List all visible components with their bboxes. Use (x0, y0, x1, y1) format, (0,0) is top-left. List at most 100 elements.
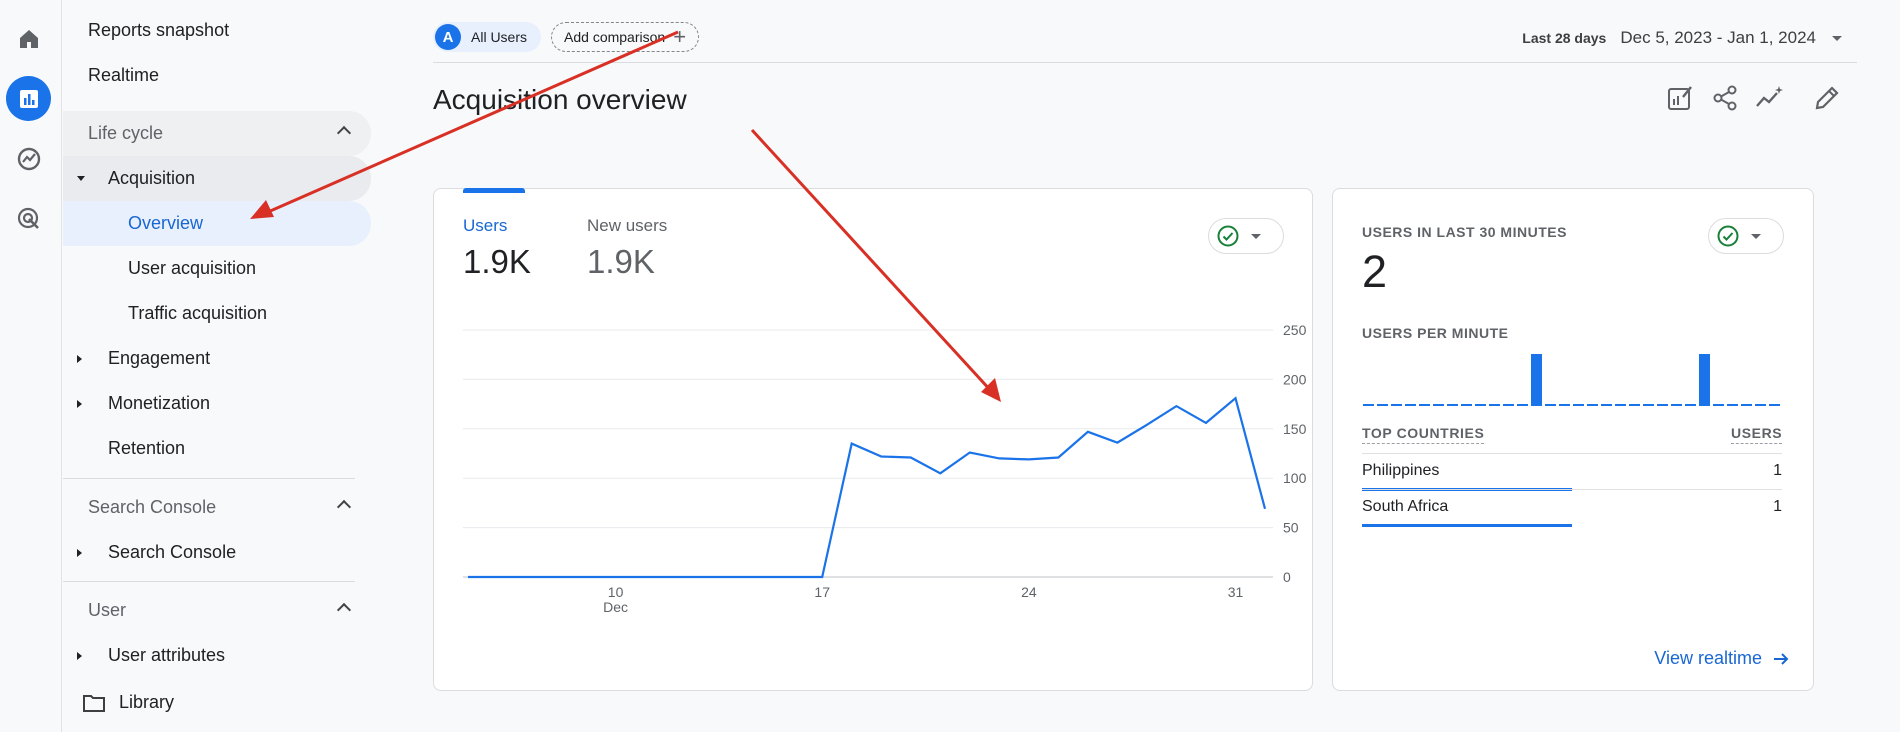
country-cell: Philippines (1362, 462, 1440, 479)
nav-traffic-acquisition[interactable]: Traffic acquisition (63, 291, 371, 336)
caret-right-icon (77, 354, 82, 363)
date-range-value: Dec 5, 2023 - Jan 1, 2024 (1620, 28, 1816, 47)
minute-bar (1727, 404, 1738, 406)
metric-new-users-value: 1.9K (587, 243, 655, 280)
nav-retention[interactable]: Retention (63, 426, 371, 471)
edit-pencil-icon[interactable] (1813, 84, 1841, 114)
caret-right-icon (77, 548, 82, 557)
minute-bar (1755, 404, 1766, 406)
minute-bar (1545, 404, 1556, 406)
x-tick-label: 24 (1021, 584, 1037, 600)
users-per-minute-bars (1363, 354, 1780, 406)
segment-chip[interactable]: A All Users (433, 22, 542, 52)
nav-engagement[interactable]: Engagement (63, 336, 371, 381)
explore-icon[interactable] (6, 136, 51, 181)
minute-bar (1573, 404, 1584, 406)
users-series-line (468, 396, 1267, 579)
insights-icon[interactable] (1755, 84, 1785, 114)
section-life-cycle[interactable]: Life cycle (63, 111, 371, 156)
nav-label: Realtime (88, 65, 160, 85)
users-column-header: USERS (1731, 425, 1783, 444)
minute-bar (1769, 404, 1780, 406)
minute-bar (1433, 404, 1444, 406)
share-icon[interactable] (1711, 84, 1739, 114)
nav-label: Traffic acquisition (128, 303, 268, 323)
date-range-picker[interactable]: Last 28 days Dec 5, 2023 - Jan 1, 2024 (1522, 28, 1842, 48)
segment-avatar: A (435, 24, 461, 50)
section-label: Life cycle (88, 123, 164, 143)
y-tick-label: 100 (1283, 470, 1307, 486)
minute-bar (1713, 404, 1724, 406)
minute-bar (1531, 354, 1542, 406)
add-comparison-label: Add comparison (564, 29, 666, 45)
realtime-quality-badge[interactable] (1708, 218, 1784, 254)
data-quality-badge[interactable] (1208, 218, 1284, 254)
y-axis: 250 200 150 100 50 0 (1283, 322, 1307, 585)
minute-bar (1615, 404, 1626, 406)
minute-bar (1447, 404, 1458, 406)
users-per-minute-label: USERS PER MINUTE (1362, 325, 1509, 341)
nav-acquisition[interactable]: Acquisition (63, 156, 371, 201)
minute-bar (1461, 404, 1472, 406)
advertising-icon[interactable] (6, 196, 51, 241)
metric-tab-users[interactable]: Users (463, 216, 507, 236)
y-tick-label: 150 (1283, 421, 1307, 437)
reports-icon[interactable] (6, 76, 51, 121)
section-search-console[interactable]: Search Console (63, 485, 371, 530)
minute-bar (1503, 404, 1514, 406)
users-line-chart: 250 200 150 100 50 0 10Dec 17 24 31 (463, 322, 1307, 615)
customize-report-icon[interactable] (1666, 84, 1694, 114)
check-circle-icon (1217, 225, 1239, 247)
minute-bar (1559, 404, 1570, 406)
caret-right-icon (77, 651, 82, 660)
report-navigation: Reports snapshot Realtime Life cycle Acq… (63, 0, 373, 732)
nav-reports-snapshot[interactable]: Reports snapshot (88, 8, 396, 53)
x-tick-label: 31 (1228, 584, 1244, 600)
table-row: South Africa 1 (1362, 489, 1782, 527)
home-icon[interactable] (6, 16, 51, 61)
dropdown-caret-icon (1751, 233, 1761, 239)
nav-label: Library (119, 692, 175, 712)
minute-bar (1699, 354, 1710, 406)
nav-label: Monetization (108, 393, 211, 413)
minute-bar (1601, 404, 1612, 406)
minute-bar (1671, 404, 1682, 406)
nav-search-console[interactable]: Search Console (63, 530, 371, 575)
view-realtime-label: View realtime (1654, 648, 1762, 668)
y-tick-label: 50 (1283, 520, 1299, 536)
minute-bar (1657, 404, 1668, 406)
header-divider (433, 62, 1857, 63)
minute-bar (1391, 404, 1402, 406)
minute-bar (1587, 404, 1598, 406)
segment-label: All Users (471, 29, 528, 45)
nav-user-attributes[interactable]: User attributes (63, 633, 371, 678)
nav-monetization[interactable]: Monetization (63, 381, 371, 426)
nav-library[interactable]: Library (63, 680, 371, 725)
x-month-label: Dec (603, 599, 628, 615)
minute-bar (1489, 404, 1500, 406)
check-circle-icon (1717, 225, 1739, 247)
table-row: Philippines 1 (1362, 453, 1782, 491)
y-tick-label: 250 (1283, 322, 1307, 338)
plus-icon: + (673, 24, 687, 49)
nav-label: Acquisition (108, 168, 196, 188)
nav-overview[interactable]: Overview (63, 201, 371, 246)
metric-tab-new-users[interactable]: New users (587, 216, 667, 236)
realtime-users-label: USERS IN LAST 30 MINUTES (1362, 224, 1567, 240)
nav-user-acquisition[interactable]: User acquisition (63, 246, 371, 291)
minute-bar (1517, 404, 1528, 406)
nav-label: User attributes (108, 645, 226, 665)
add-comparison-button[interactable]: Add comparison + (551, 22, 700, 52)
nav-label: Engagement (108, 348, 211, 368)
folder-icon (83, 694, 105, 712)
minute-bar (1629, 404, 1640, 406)
divider (63, 478, 355, 479)
y-tick-label: 0 (1283, 569, 1291, 585)
arrow-right-icon (1772, 650, 1790, 668)
chevron-up-icon (336, 125, 352, 141)
minute-bar (1377, 404, 1388, 406)
section-user[interactable]: User (63, 588, 371, 633)
view-realtime-link[interactable]: View realtime (1654, 648, 1790, 669)
nav-realtime[interactable]: Realtime (88, 53, 396, 98)
y-tick-label: 200 (1283, 371, 1307, 387)
